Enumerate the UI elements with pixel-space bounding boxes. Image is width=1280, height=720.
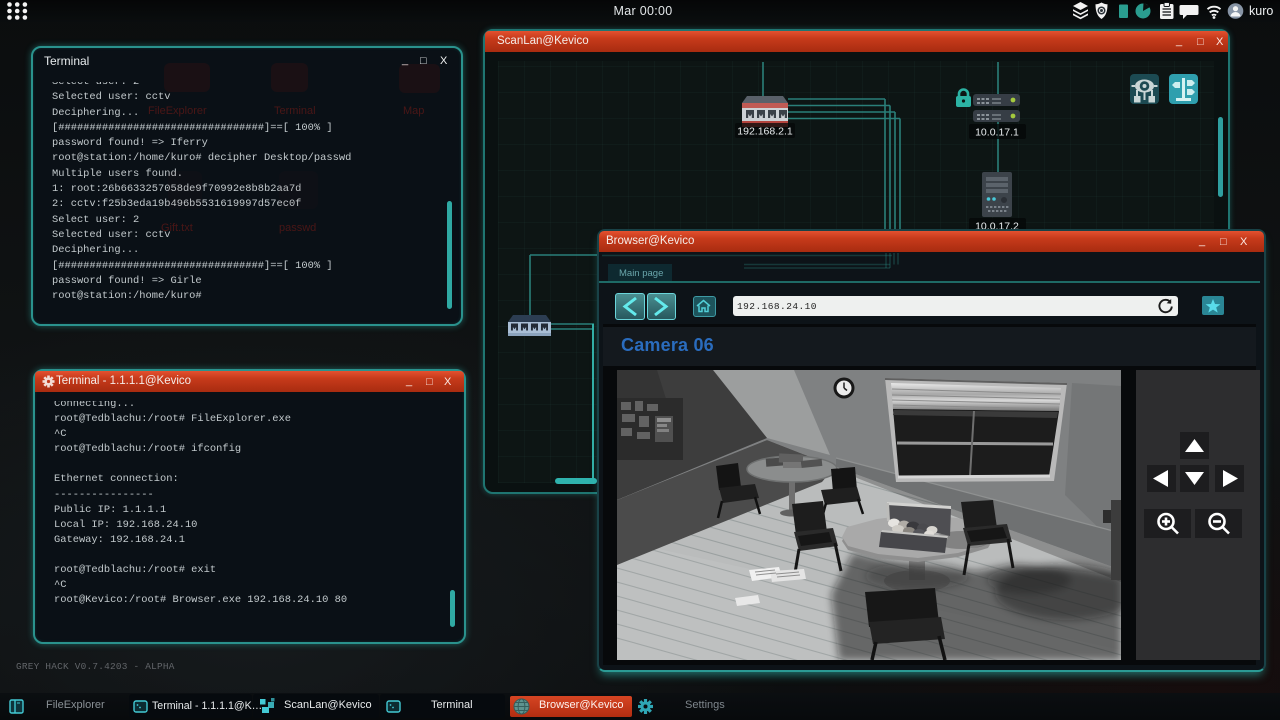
svg-text:10.0.17.1: 10.0.17.1 [975, 127, 1019, 139]
svg-text:192.168.2.1: 192.168.2.1 [737, 126, 793, 138]
